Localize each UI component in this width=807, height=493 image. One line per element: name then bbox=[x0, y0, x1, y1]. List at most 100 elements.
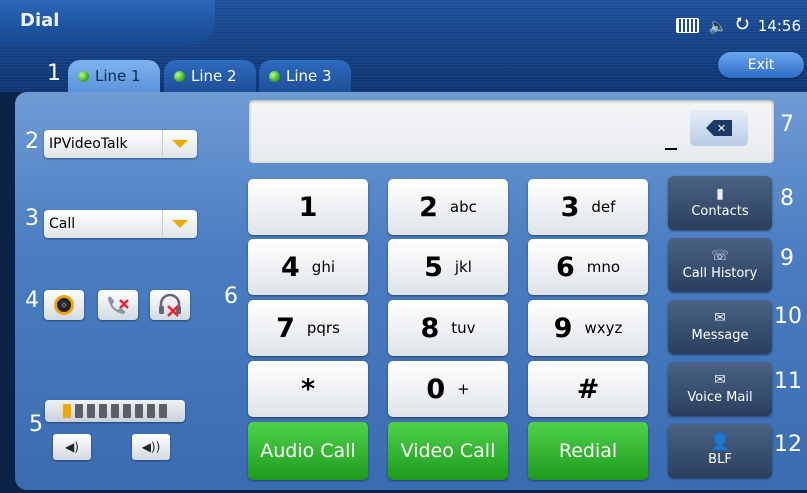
annotation-1: 1 bbox=[47, 61, 61, 86]
key-letters: + bbox=[457, 380, 470, 398]
account-select-value: IPVideoTalk bbox=[49, 136, 128, 152]
call-history-button[interactable]: ☏ Call History bbox=[668, 238, 772, 292]
key-4[interactable]: 5 jkl bbox=[388, 239, 508, 295]
key-letters: abc bbox=[449, 198, 477, 216]
status-led-icon bbox=[78, 70, 89, 82]
annotation-2: 2 bbox=[25, 129, 39, 154]
envelope-icon: ✉ bbox=[714, 310, 726, 326]
video-call-button[interactable]: Video Call bbox=[388, 422, 508, 480]
volume-meter bbox=[45, 400, 185, 422]
tab-label: Line 1 bbox=[95, 67, 141, 85]
volume-segment bbox=[147, 404, 155, 418]
contacts-label: Contacts bbox=[691, 204, 749, 219]
key-8[interactable]: 9 wxyz bbox=[528, 300, 648, 356]
key-digit: 1 bbox=[298, 191, 318, 223]
status-bar: 🔈 ⭮ 14:56 bbox=[676, 13, 801, 38]
redial-button[interactable]: Redial bbox=[528, 422, 648, 480]
camera-button[interactable] bbox=[44, 290, 84, 320]
voice-mail-button[interactable]: ✉ Voice Mail bbox=[668, 362, 772, 416]
key-digit: 6 bbox=[555, 251, 575, 283]
volume-down-button[interactable]: ◀) bbox=[53, 434, 91, 460]
annotation-10: 10 bbox=[774, 304, 802, 329]
clock: 14:56 bbox=[757, 16, 801, 35]
volume-up-icon: ◀)) bbox=[141, 440, 161, 454]
volume-segment bbox=[111, 404, 119, 418]
exit-button[interactable]: Exit bbox=[718, 52, 804, 78]
annotation-9: 9 bbox=[780, 246, 794, 271]
volume-segment bbox=[87, 404, 95, 418]
key-6[interactable]: 7 pqrs bbox=[248, 300, 368, 356]
tab-line-3[interactable]: Line 3 bbox=[259, 60, 351, 92]
chevron-down-icon bbox=[162, 210, 197, 238]
key-digit: 0 bbox=[426, 373, 446, 405]
key-letters: wxyz bbox=[584, 319, 623, 337]
key-2[interactable]: 3 def bbox=[528, 179, 648, 235]
camera-icon bbox=[54, 295, 74, 315]
key-0[interactable]: 1 bbox=[248, 179, 368, 235]
person-icon: 👤 bbox=[710, 432, 730, 451]
volume-down-icon: ◀) bbox=[65, 440, 79, 454]
key-letters: pqrs bbox=[306, 319, 340, 337]
key-11[interactable]: # bbox=[528, 361, 648, 417]
message-button[interactable]: ✉ Message bbox=[668, 300, 772, 354]
contacts-button[interactable]: ▮ Contacts bbox=[668, 176, 772, 230]
headset-button[interactable] bbox=[150, 290, 190, 320]
backspace-button[interactable]: ✕ bbox=[690, 110, 748, 146]
volume-segment bbox=[123, 404, 131, 418]
volume-segment bbox=[159, 404, 167, 418]
volume-segment bbox=[99, 404, 107, 418]
voice-mail-label: Voice Mail bbox=[687, 390, 753, 405]
volume-segment bbox=[63, 404, 71, 418]
sync-icon: ⭮ bbox=[736, 14, 749, 32]
annotation-6: 6 bbox=[224, 284, 238, 309]
audio-call-button[interactable]: Audio Call bbox=[248, 422, 368, 480]
keyboard-icon bbox=[676, 18, 700, 33]
tab-line-2[interactable]: Line 2 bbox=[164, 60, 256, 92]
key-digit: 2 bbox=[419, 191, 438, 223]
annotation-11: 11 bbox=[774, 369, 802, 394]
key-letters: mno bbox=[586, 258, 621, 276]
tab-line-1[interactable]: Line 1 bbox=[68, 60, 160, 92]
backspace-icon: ✕ bbox=[706, 120, 732, 136]
key-digit: 9 bbox=[553, 312, 573, 344]
key-1[interactable]: 2 abc bbox=[388, 179, 508, 235]
key-9[interactable]: * bbox=[248, 361, 368, 417]
annotation-3: 3 bbox=[25, 206, 39, 231]
key-letters: ghi bbox=[311, 258, 335, 276]
mode-select-value: Call bbox=[49, 216, 76, 232]
key-digit: 8 bbox=[420, 312, 440, 344]
annotation-5: 5 bbox=[29, 412, 43, 437]
blf-button[interactable]: 👤 BLF bbox=[668, 424, 772, 478]
key-3[interactable]: 4 ghi bbox=[248, 239, 368, 295]
headset-mute-icon bbox=[159, 293, 181, 317]
annotation-12: 12 bbox=[774, 432, 802, 457]
tab-label: Line 2 bbox=[191, 67, 237, 85]
volume-up-button[interactable]: ◀)) bbox=[132, 434, 170, 460]
mute-call-button[interactable] bbox=[98, 290, 138, 320]
key-10[interactable]: 0 + bbox=[388, 361, 508, 417]
chevron-down-icon bbox=[162, 130, 197, 158]
tab-label: Line 3 bbox=[286, 67, 332, 85]
key-letters: tuv bbox=[451, 319, 476, 337]
annotation-4: 4 bbox=[25, 288, 39, 313]
key-5[interactable]: 6 mno bbox=[528, 239, 648, 295]
key-digit: 7 bbox=[276, 312, 295, 344]
annotation-8: 8 bbox=[780, 186, 794, 211]
key-letters: def bbox=[591, 198, 616, 216]
key-digit: 5 bbox=[424, 251, 443, 283]
key-digit: 3 bbox=[560, 191, 580, 223]
annotation-7: 7 bbox=[780, 112, 794, 137]
volume-segment bbox=[135, 404, 143, 418]
status-led-icon bbox=[174, 70, 185, 82]
account-select[interactable]: IPVideoTalk bbox=[44, 130, 197, 158]
voicemail-icon: ✉ bbox=[714, 372, 726, 388]
mode-select[interactable]: Call bbox=[44, 210, 197, 238]
text-cursor bbox=[665, 148, 677, 150]
key-digit: * bbox=[300, 373, 316, 405]
key-digit: # bbox=[576, 373, 600, 405]
key-7[interactable]: 8 tuv bbox=[388, 300, 508, 356]
call-history-label: Call History bbox=[682, 266, 758, 281]
call-history-icon: ☏ bbox=[711, 248, 729, 264]
speaker-icon: 🔈 bbox=[708, 16, 728, 35]
volume-segment bbox=[75, 404, 83, 418]
